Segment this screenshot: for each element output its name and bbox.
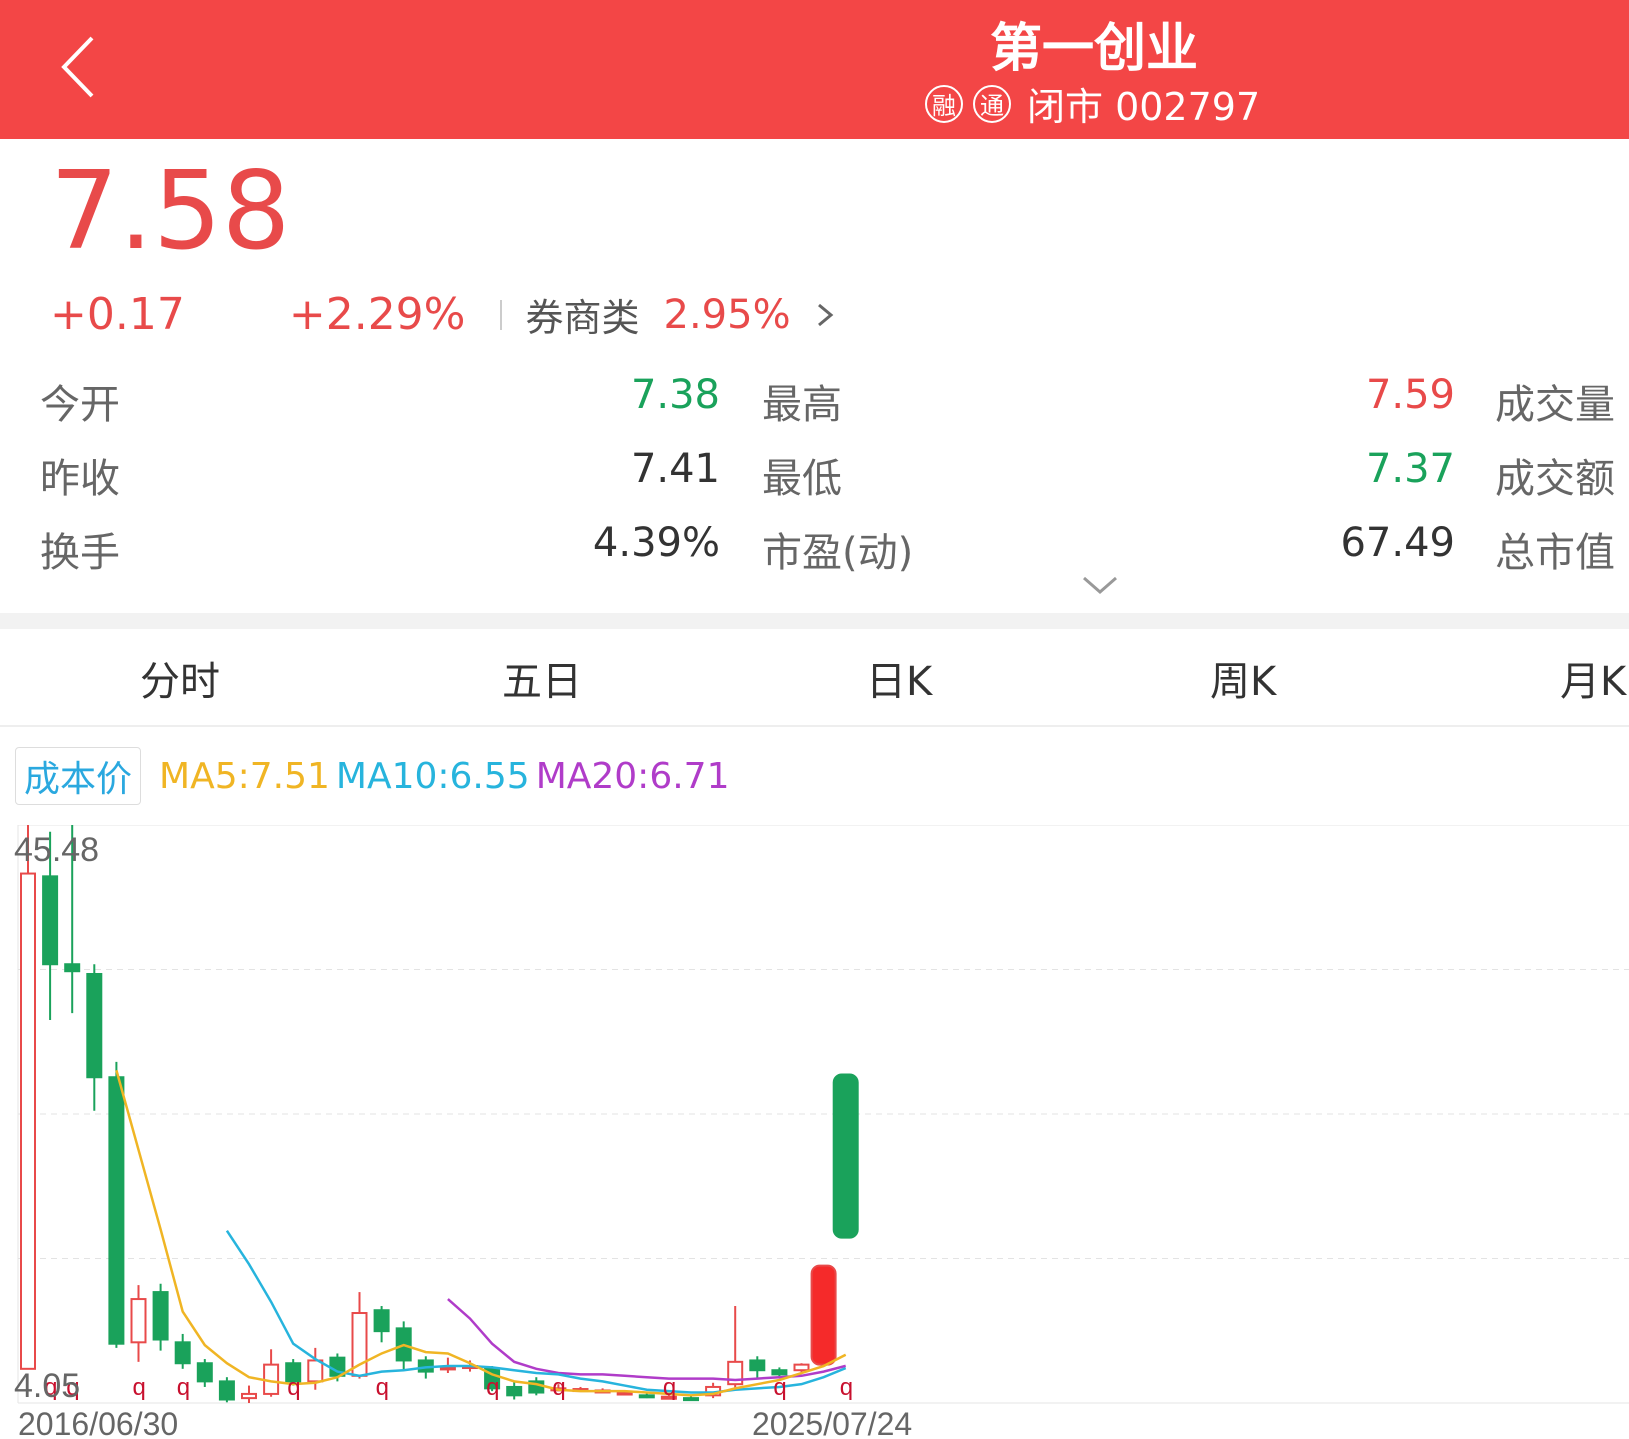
turnover-label: 换手 [40, 530, 120, 576]
price-change-pct: +2.29% [288, 289, 466, 340]
ma20-line [447, 1298, 847, 1382]
candle-body [749, 1359, 766, 1372]
ma20-label: MA20:6.71 [535, 755, 730, 797]
back-button[interactable] [52, 30, 112, 100]
event-marker: q [663, 1374, 676, 1401]
high-value: 7.59 [1365, 372, 1455, 418]
candle-body [152, 1291, 169, 1341]
pe-value: 67.49 [1340, 520, 1455, 566]
turnover-value: 4.39% [592, 520, 720, 566]
candle-body [832, 1073, 859, 1239]
market-cap-label: 总市值 [1495, 530, 1615, 576]
connect-badge: 通 [973, 84, 1011, 123]
event-marker: q [486, 1374, 499, 1401]
event-marker: q [287, 1374, 300, 1401]
candle-body [42, 875, 59, 966]
candle-body [616, 1391, 633, 1396]
candle-body [793, 1363, 810, 1372]
candle-body [439, 1366, 456, 1371]
tab-intraday[interactable]: 分时 [140, 649, 220, 707]
price-change: +0.17 [50, 289, 185, 340]
candle-body [683, 1397, 699, 1402]
sector-change[interactable]: 2.95% [664, 292, 791, 338]
candle-body [218, 1380, 235, 1401]
event-marker: q [840, 1374, 853, 1401]
ma10-label: MA10:6.55 [335, 755, 530, 797]
candle-body [373, 1309, 390, 1333]
y-max-label: 45.48 [14, 831, 99, 869]
section-divider [0, 613, 1629, 629]
current-price: 7.58 [50, 149, 291, 274]
open-label: 今开 [40, 382, 120, 428]
candle-body [20, 872, 36, 1370]
event-marker: q [376, 1374, 389, 1401]
x-start-label: 2016/06/30 [18, 1406, 178, 1439]
candlestick-chart[interactable]: q q q q q q q q q q q45.484.052016/06/30 2025/07/24 [0, 825, 1629, 1439]
candle-body [810, 1264, 837, 1366]
stock-name: 第一创业 [990, 19, 1199, 79]
y-min-label: 4.05 [14, 1367, 80, 1405]
event-marker: q [552, 1374, 565, 1401]
volume-label: 成交量 [1495, 382, 1615, 428]
ma-legend: 成本价 MA5:7.51 MA10:6.55 MA20:6.71 [15, 747, 730, 805]
pe-label: 市盈(动) [762, 530, 914, 576]
event-marker: q [133, 1374, 146, 1401]
margin-badge: 融 [925, 84, 963, 123]
tab-weekly-k[interactable]: 周K [1210, 649, 1276, 707]
candle-body [307, 1359, 324, 1383]
stock-subtitle: 融 通 闭市 002797 [925, 76, 1260, 131]
ma5-line [115, 1069, 847, 1397]
prev-close-value: 7.41 [630, 446, 720, 492]
candle-body [196, 1362, 213, 1383]
candle-body [130, 1298, 147, 1344]
low-label: 最低 [762, 456, 842, 502]
chevron-left-icon [61, 36, 94, 98]
open-value: 7.38 [630, 372, 720, 418]
candle-body [108, 1076, 125, 1345]
candle-body [638, 1394, 655, 1399]
status-code: 闭市 002797 [1027, 85, 1261, 129]
divider [499, 299, 502, 330]
sector-name[interactable]: 券商类 [526, 287, 640, 342]
candle-body [86, 972, 103, 1079]
candle-body [241, 1392, 257, 1400]
title-bar: 第一创业 融 通 闭市 002797 [0, 0, 1629, 139]
change-row: +0.17 +2.29% 券商类 2.95% [50, 287, 837, 342]
candle-body [506, 1385, 523, 1397]
tab-daily-k[interactable]: 日K [866, 649, 932, 707]
chevron-right-icon[interactable] [813, 295, 837, 335]
prev-close-label: 昨收 [40, 456, 120, 502]
tab-five-day[interactable]: 五日 [502, 649, 582, 707]
tab-monthly-k[interactable]: 月K [1560, 649, 1626, 707]
amount-label: 成交额 [1495, 456, 1615, 502]
chevron-down-icon[interactable] [1080, 570, 1120, 600]
candle-body [64, 963, 81, 973]
low-value: 7.37 [1365, 446, 1455, 492]
ma5-label: MA5:7.51 [159, 755, 330, 797]
cost-price-button[interactable]: 成本价 [15, 747, 142, 805]
event-marker: q [177, 1374, 190, 1401]
event-marker: q [773, 1374, 786, 1401]
candle-body [174, 1341, 191, 1365]
x-end-label: 2025/07/24 [752, 1406, 912, 1439]
high-label: 最高 [762, 382, 842, 428]
chart-tabs: 分时 五日 日K 周K 月K [0, 629, 1629, 727]
